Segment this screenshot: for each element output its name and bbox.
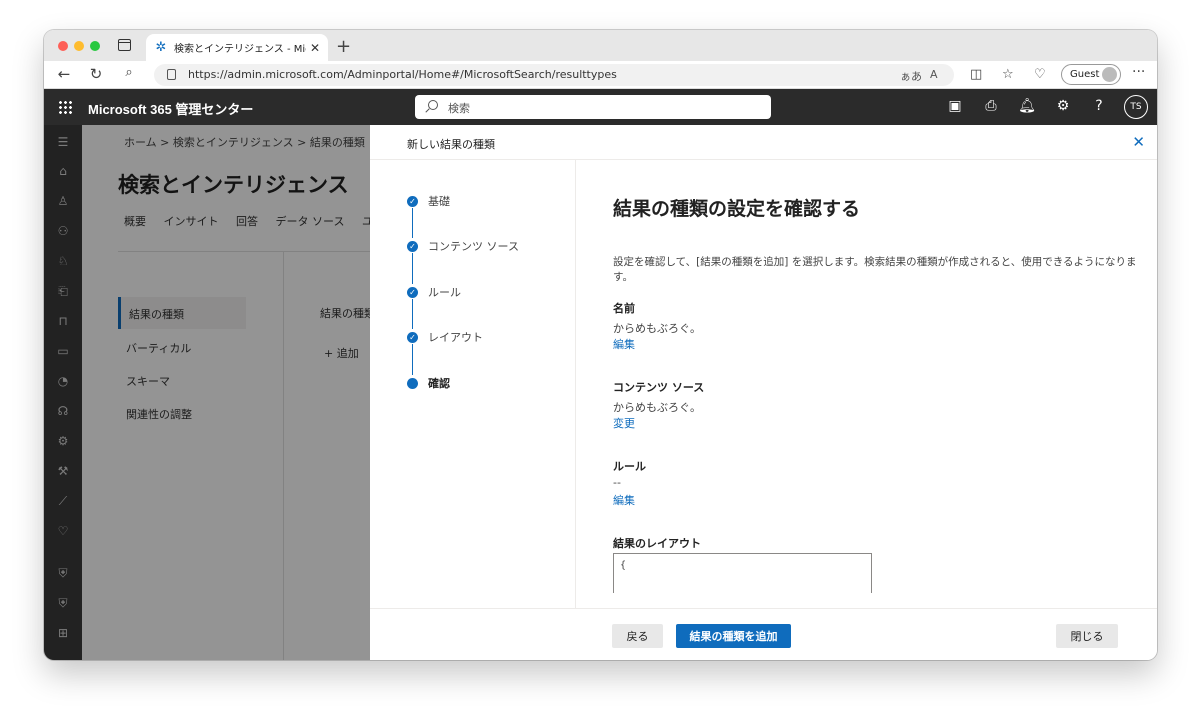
bell-icon[interactable]: 🔔︎ bbox=[1018, 98, 1036, 114]
new-result-type-panel: 新しい結果の種類 ✕ ✓ 基礎 ✓ コンテンツ ソース ✓ ルール ✓ レイアウ… bbox=[370, 125, 1157, 660]
tab-strip: ✲ 検索とインテリジェンス - Microsoft ✕ + bbox=[44, 30, 1157, 61]
step-connector bbox=[412, 299, 413, 329]
close-window-button[interactable] bbox=[58, 41, 68, 51]
profile-button[interactable]: Guest bbox=[1061, 64, 1121, 85]
favorites-icon[interactable]: ☆ bbox=[1002, 67, 1014, 82]
document-icon[interactable]: ⎙ bbox=[982, 98, 1000, 114]
checkmark-icon: ✓ bbox=[407, 286, 418, 298]
panel-footer: 戻る 結果の種類を追加 閉じる bbox=[370, 608, 1157, 660]
tab-close-icon[interactable]: ✕ bbox=[310, 41, 320, 55]
browser-tab[interactable]: ✲ 検索とインテリジェンス - Microsoft ✕ bbox=[146, 34, 328, 61]
wizard-steps: ✓ 基礎 ✓ コンテンツ ソース ✓ ルール ✓ レイアウト 確認 bbox=[370, 160, 576, 608]
review-description: 設定を確認して、[結果の種類を追加] を選択します。検索結果の種類が作成されると… bbox=[613, 256, 1137, 283]
layout-label: 結果のレイアウト bbox=[613, 537, 701, 550]
refresh-icon[interactable]: ↻ bbox=[86, 65, 106, 83]
browser-essentials-icon[interactable]: ♡ bbox=[1034, 67, 1046, 82]
step-basics[interactable]: ✓ 基礎 bbox=[407, 193, 450, 209]
checkmark-icon: ✓ bbox=[407, 331, 418, 343]
search-placeholder: 検索 bbox=[448, 102, 470, 115]
lock-icon bbox=[167, 69, 176, 80]
review-heading: 結果の種類の設定を確認する bbox=[613, 198, 861, 220]
browser-toolbar: ← ↻ ⌕ https://admin.microsoft.com/Adminp… bbox=[44, 61, 1157, 89]
step-label: 確認 bbox=[428, 377, 450, 390]
immersive-reader-icon[interactable]: ぁあ bbox=[900, 68, 922, 84]
tab-actions-icon[interactable] bbox=[118, 39, 131, 51]
name-label: 名前 bbox=[613, 302, 635, 315]
step-content-source[interactable]: ✓ コンテンツ ソース bbox=[407, 238, 519, 254]
step-label: 基礎 bbox=[428, 195, 450, 208]
step-review[interactable]: 確認 bbox=[407, 375, 450, 391]
rules-label: ルール bbox=[613, 460, 646, 473]
step-label: コンテンツ ソース bbox=[428, 240, 519, 253]
maximize-window-button[interactable] bbox=[90, 41, 100, 51]
change-content-source-link[interactable]: 変更 bbox=[613, 415, 635, 431]
terminal-icon[interactable]: ▣ bbox=[946, 98, 964, 114]
url-text[interactable]: https://admin.microsoft.com/Adminportal/… bbox=[188, 68, 617, 81]
modal-overlay[interactable] bbox=[44, 125, 370, 660]
help-icon[interactable]: ? bbox=[1090, 98, 1108, 114]
step-connector bbox=[412, 208, 413, 238]
name-value: からめもぶろぐ。 bbox=[613, 322, 701, 335]
content-source-value: からめもぶろぐ。 bbox=[613, 401, 701, 414]
panel-header: 新しい結果の種類 ✕ bbox=[370, 125, 1157, 160]
split-screen-icon[interactable]: ◫ bbox=[970, 67, 982, 82]
review-content: 結果の種類の設定を確認する 設定を確認して、[結果の種類を追加] を選択します。… bbox=[577, 160, 1157, 608]
step-label: レイアウト bbox=[428, 331, 483, 344]
step-connector bbox=[412, 253, 413, 284]
close-icon[interactable]: ✕ bbox=[1132, 133, 1145, 151]
avatar[interactable]: TS bbox=[1124, 95, 1148, 119]
profile-avatar-icon bbox=[1102, 67, 1117, 82]
close-button[interactable]: 閉じる bbox=[1056, 624, 1118, 648]
profile-label: Guest bbox=[1070, 69, 1100, 80]
minimize-window-button[interactable] bbox=[74, 41, 84, 51]
m365-admin-icon: ✲ bbox=[155, 39, 167, 55]
browser-window: ✲ 検索とインテリジェンス - Microsoft ✕ + ← ↻ ⌕ http… bbox=[44, 30, 1157, 660]
checkmark-icon: ✓ bbox=[407, 240, 418, 252]
search-box[interactable]: 検索 bbox=[415, 95, 771, 119]
current-step-dot-icon bbox=[407, 377, 418, 389]
panel-title: 新しい結果の種類 bbox=[407, 138, 495, 151]
rules-value: -- bbox=[613, 476, 621, 489]
tab-title: 検索とインテリジェンス - Microsoft bbox=[174, 44, 306, 55]
add-result-type-button[interactable]: 結果の種類を追加 bbox=[676, 624, 791, 648]
step-label: ルール bbox=[428, 286, 461, 299]
checkmark-icon: ✓ bbox=[407, 195, 418, 207]
back-arrow-icon[interactable]: ← bbox=[54, 65, 74, 83]
search-icon bbox=[428, 100, 438, 110]
m365-header: Microsoft 365 管理センター 検索 ▣ ⎙ 🔔︎ ⚙ ? TS bbox=[44, 89, 1157, 125]
edit-name-link[interactable]: 編集 bbox=[613, 336, 635, 352]
content-source-label: コンテンツ ソース bbox=[613, 381, 705, 394]
search-icon[interactable]: ⌕ bbox=[119, 65, 139, 80]
step-layout[interactable]: ✓ レイアウト bbox=[407, 329, 483, 345]
address-bar[interactable]: https://admin.microsoft.com/Adminportal/… bbox=[154, 64, 954, 86]
new-tab-button[interactable]: + bbox=[336, 36, 351, 57]
edit-rules-link[interactable]: 編集 bbox=[613, 492, 635, 508]
step-rules[interactable]: ✓ ルール bbox=[407, 284, 461, 300]
more-menu-icon[interactable]: ··· bbox=[1132, 64, 1145, 80]
brand-title[interactable]: Microsoft 365 管理センター bbox=[88, 99, 253, 118]
read-aloud-icon[interactable]: A bbox=[930, 68, 938, 81]
layout-json-field[interactable]: { bbox=[613, 553, 872, 593]
back-button[interactable]: 戻る bbox=[612, 624, 663, 648]
app-launcher-icon[interactable] bbox=[58, 100, 72, 114]
step-connector bbox=[412, 344, 413, 375]
gear-icon[interactable]: ⚙ bbox=[1054, 98, 1072, 114]
